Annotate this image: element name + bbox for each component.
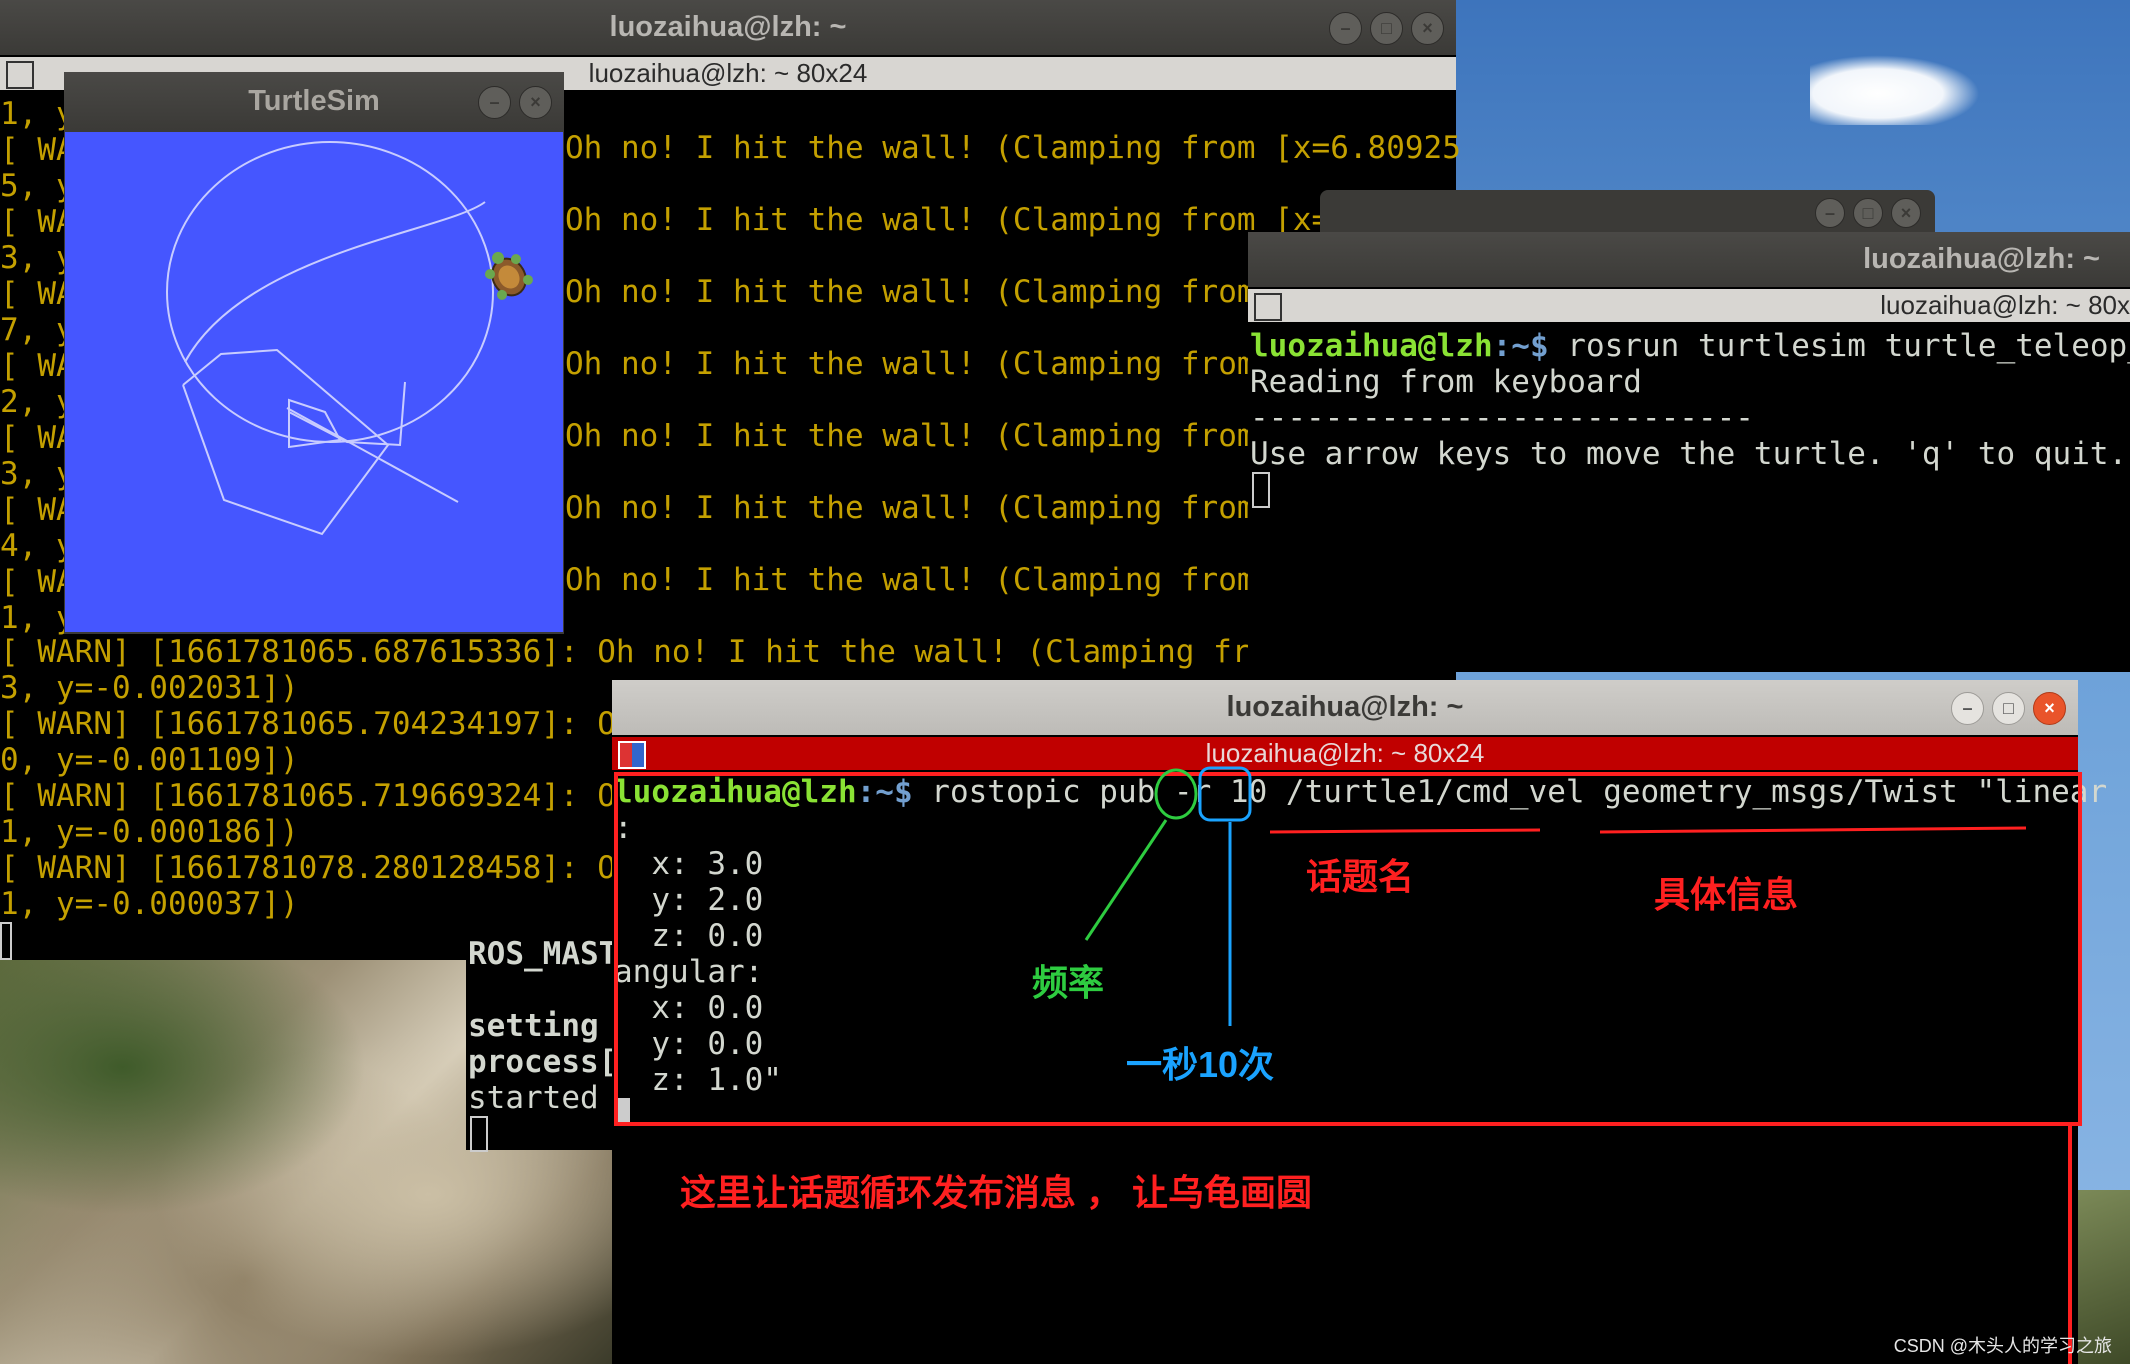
annotation-red-box bbox=[614, 772, 2082, 1126]
csdn-watermark: CSDN @木头人的学习之旅 bbox=[1893, 1336, 2112, 1356]
annotation-overlay bbox=[614, 766, 2082, 1364]
annotation-green-circle bbox=[1154, 768, 1198, 820]
annotation-details: 具体信息 bbox=[1654, 874, 1799, 915]
annotation-underline-details bbox=[1599, 826, 2027, 834]
annotation-frequency: 频率 bbox=[1032, 962, 1105, 1003]
annotation-loop-publish: 这里让话题循环发布消息 ， 让乌龟画圆 bbox=[680, 1172, 1313, 1213]
annotation-green-pointer bbox=[1084, 819, 1168, 941]
annotation-ten-per-second: 一秒10次 bbox=[1126, 1044, 1275, 1085]
annotation-topic-name: 话题名 bbox=[1306, 856, 1415, 897]
annotation-underline-topic bbox=[1269, 828, 1541, 834]
